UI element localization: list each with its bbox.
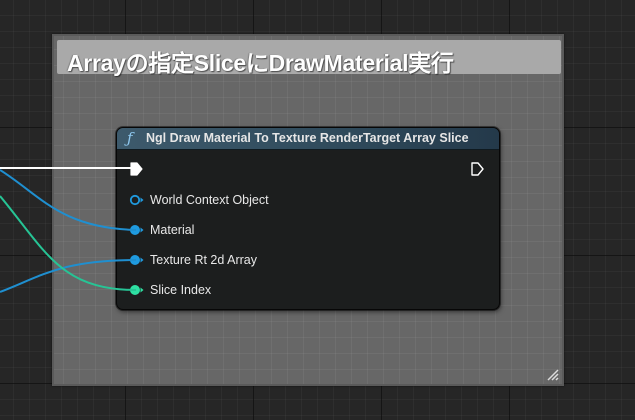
pin-label: Texture Rt 2d Array: [150, 253, 257, 267]
object-pin-outline-icon[interactable]: [129, 194, 145, 206]
object-pin-filled-icon[interactable]: [129, 224, 145, 236]
node-header[interactable]: ƒ Ngl Draw Material To Texture RenderTar…: [117, 128, 499, 150]
exec-input-pin[interactable]: [130, 162, 143, 176]
resize-grip-icon[interactable]: [547, 369, 559, 381]
pin-label: Slice Index: [150, 283, 212, 297]
pin-label: World Context Object: [150, 193, 269, 207]
comment-header[interactable]: Arrayの指定SliceにDrawMaterial実行: [57, 40, 561, 76]
pin-label: Material: [150, 223, 195, 237]
comment-title: Arrayの指定SliceにDrawMaterial実行: [67, 50, 454, 76]
object-pin-filled-icon[interactable]: [129, 254, 145, 266]
function-node[interactable]: ƒ Ngl Draw Material To Texture RenderTar…: [116, 127, 500, 310]
node-title: Ngl Draw Material To Texture RenderTarge…: [146, 131, 469, 145]
exec-output-pin[interactable]: [471, 162, 484, 176]
function-icon: ƒ: [127, 129, 133, 147]
integer-pin-filled-icon[interactable]: [129, 284, 145, 296]
